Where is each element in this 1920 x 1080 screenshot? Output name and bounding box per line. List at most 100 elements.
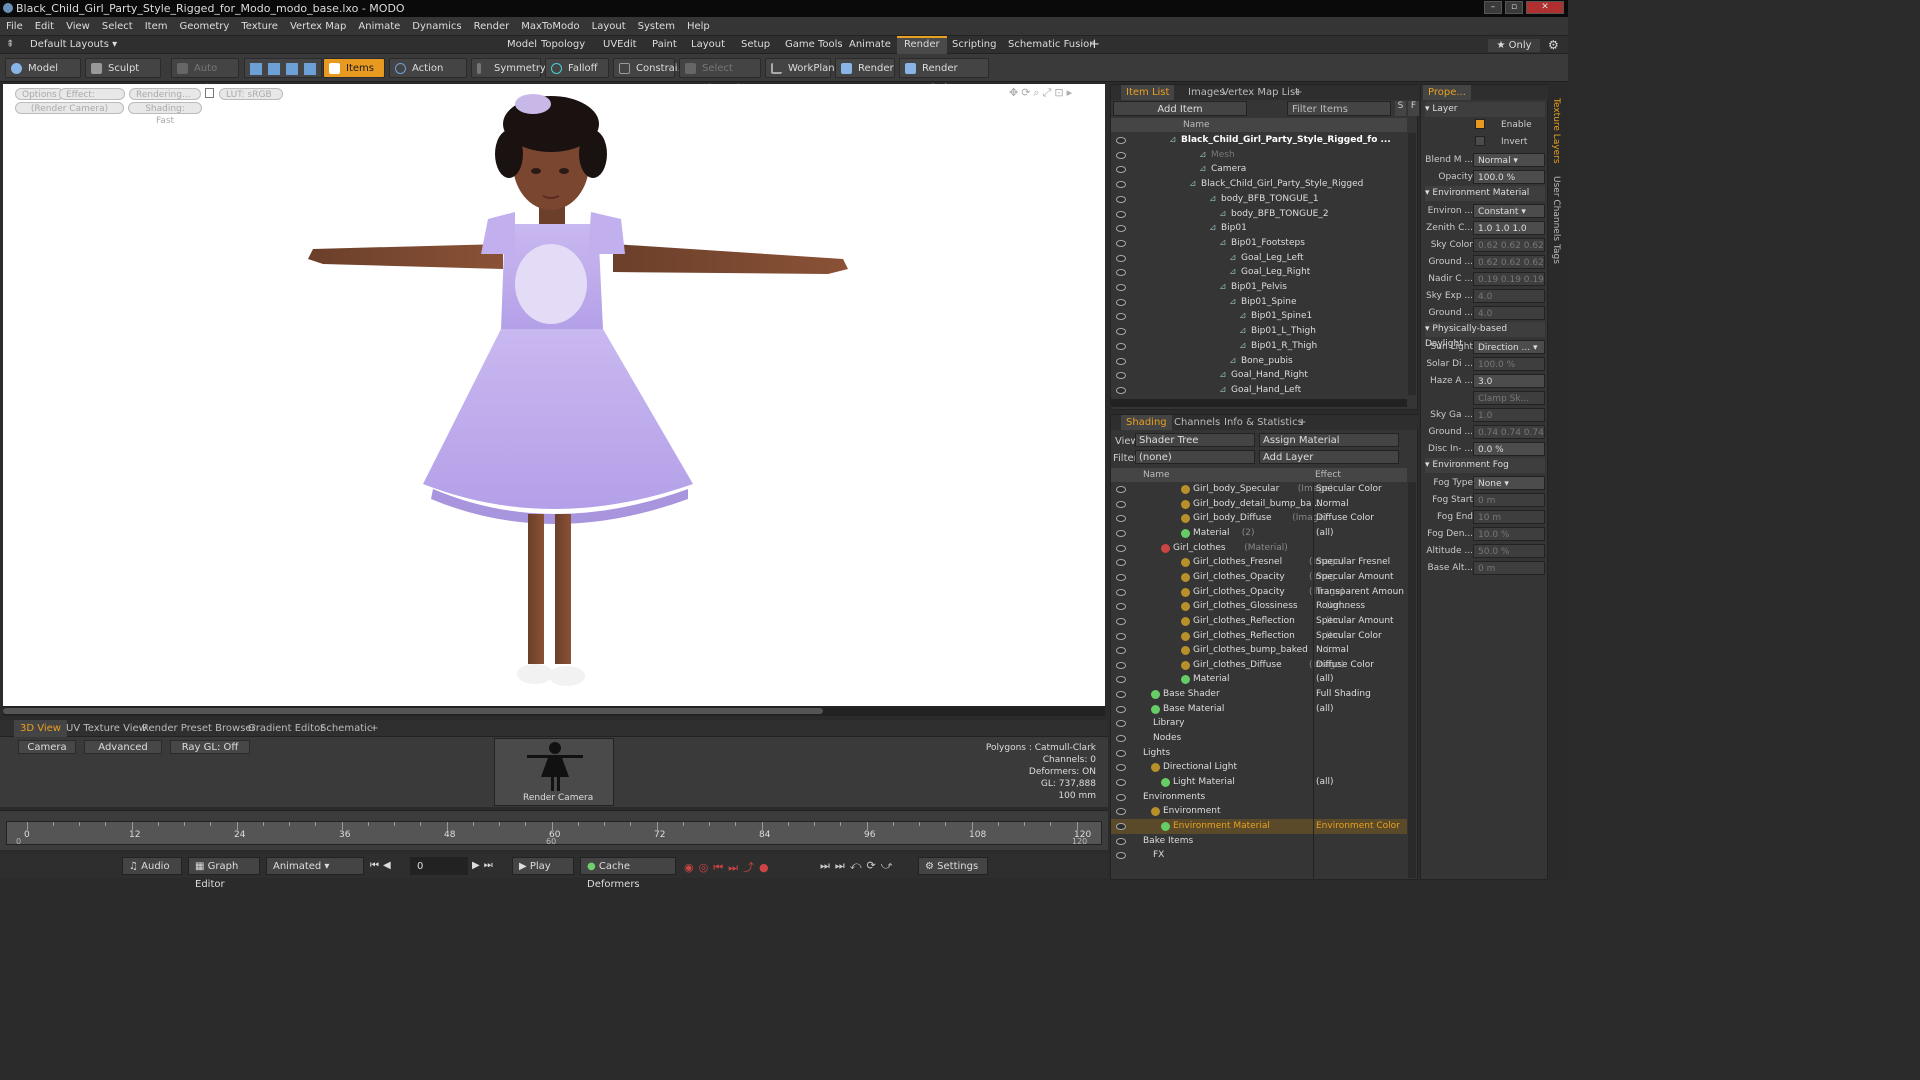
vertices-mode-icon[interactable]	[250, 63, 262, 75]
viewport-nav-icons[interactable]: ✥⟳⌕⤢⊡▸	[1009, 86, 1075, 100]
visibility-eye-icon[interactable]	[1116, 137, 1126, 144]
item-list-vscroll[interactable]	[1408, 133, 1416, 395]
property-value[interactable]: 50.0 %	[1473, 544, 1545, 558]
visibility-eye-icon[interactable]	[1116, 617, 1126, 625]
properties-tab[interactable]: Prope...	[1423, 85, 1471, 100]
add-item-dropdown[interactable]: Add Item	[1113, 101, 1247, 116]
maximize-button[interactable]: ▫	[1505, 1, 1523, 14]
property-value[interactable]: 1.0	[1473, 408, 1545, 422]
property-section-header[interactable]: ▾ Environment Fog	[1425, 458, 1545, 473]
shader-effect[interactable]: Environment Color	[1316, 819, 1404, 834]
polygons-mode-icon[interactable]	[286, 63, 298, 75]
layout-tab-scripting[interactable]: Scripting	[945, 36, 1003, 54]
shader-row[interactable]: Library	[1111, 716, 1407, 731]
property-value[interactable]: Direction ... ▾	[1473, 340, 1545, 354]
item-row[interactable]: ⊿ Mesh	[1111, 148, 1407, 163]
sculpt-mode-button[interactable]: Sculpt	[85, 58, 161, 78]
menu-geometry[interactable]: Geometry	[173, 17, 235, 36]
item-list-tab-0[interactable]: Item List	[1121, 85, 1175, 100]
shader-row[interactable]: Girl_clothes (Material)	[1111, 541, 1407, 556]
menu-file[interactable]: File	[0, 17, 29, 36]
shader-row[interactable]: Girl_clothes_Glossiness (Im... Roughness	[1111, 599, 1407, 614]
item-row[interactable]: ⊿ Bip01_R_Thigh	[1111, 339, 1407, 354]
shader-effect[interactable]: Specular Amount	[1316, 570, 1404, 585]
visibility-eye-icon[interactable]	[1116, 764, 1126, 772]
frame-field[interactable]: 0	[410, 857, 468, 875]
menu-help[interactable]: Help	[681, 17, 716, 36]
layout-arrow-icon[interactable]: ⇞	[6, 39, 14, 50]
visibility-eye-icon[interactable]	[1116, 500, 1126, 508]
menu-item[interactable]: Item	[139, 17, 174, 36]
shader-effect[interactable]: Diffuse Color	[1316, 658, 1404, 673]
shader-tree-vscroll[interactable]	[1408, 482, 1416, 878]
3d-viewport[interactable]: Options Effect: (Shadi... Rendering... L…	[3, 84, 1105, 706]
layout-tab-animate[interactable]: Animate	[842, 36, 898, 54]
shader-effect[interactable]: Normal	[1316, 643, 1404, 658]
visibility-eye-icon[interactable]	[1116, 254, 1126, 262]
shader-row[interactable]: Girl_clothes_Reflection (Im... Specular Am…	[1111, 614, 1407, 629]
property-value[interactable]: 4.0	[1473, 289, 1545, 303]
menu-animate[interactable]: Animate	[352, 17, 406, 36]
shader-row[interactable]: Directional Light	[1111, 760, 1407, 775]
play-button[interactable]: ▶ Play	[512, 857, 574, 875]
item-row[interactable]: ⊿ Bip01_Footsteps	[1111, 236, 1407, 251]
auto-select-button[interactable]: Auto Select	[171, 58, 239, 94]
timeline[interactable]: 0 12 24 36 48 60 72 84 96 108 120 0 60 120	[0, 810, 1108, 850]
visibility-eye-icon[interactable]	[1116, 837, 1126, 845]
menu-system[interactable]: System	[632, 17, 681, 36]
property-value[interactable]: Constant ▾	[1473, 204, 1545, 218]
viewport-scrollbar[interactable]	[3, 706, 1105, 716]
user-channels-tab[interactable]: User Channels	[1551, 176, 1561, 241]
camera-thumbnail[interactable]: Render Camera	[494, 738, 614, 806]
viewport-scroll-thumb[interactable]	[3, 708, 823, 714]
item-row[interactable]: ⊿ Bip01	[1111, 221, 1407, 236]
property-value[interactable]: 0.19 0.19 0.19	[1473, 272, 1545, 286]
viewport-camera-button[interactable]: (Render Camera)	[15, 102, 124, 114]
falloff-button[interactable]: Falloff	[545, 58, 609, 78]
visibility-eye-icon[interactable]	[1116, 328, 1126, 336]
layout-tab-layout[interactable]: Layout	[684, 36, 732, 54]
property-section-header[interactable]: ▾ Physically-based Daylight	[1425, 322, 1545, 349]
visibility-eye-icon[interactable]	[1116, 181, 1126, 189]
key-navigation-icons[interactable]: ⏭⏭⤺⟳⤻	[820, 859, 898, 873]
layout-tab-schematic-fusion[interactable]: Schematic Fusion	[1001, 36, 1103, 54]
item-row[interactable]: ⊿ Bip01_Spine	[1111, 295, 1407, 310]
item-row[interactable]: ⊿ Camera	[1111, 162, 1407, 177]
shader-row[interactable]: Base Material (all)	[1111, 702, 1407, 717]
cache-deformers-button[interactable]: ● Cache Deformers	[580, 857, 676, 890]
property-value[interactable]: 0.62 0.62 0.62	[1473, 255, 1545, 269]
property-value[interactable]: 0.0 %	[1473, 442, 1545, 456]
menu-view[interactable]: View	[60, 17, 96, 36]
item-row[interactable]: ⊿ Goal_Hand_Right	[1111, 368, 1407, 383]
shader-effect[interactable]: Specular Amount	[1316, 614, 1404, 629]
property-value[interactable]: Normal ▾	[1473, 153, 1545, 167]
viewport-shading-button[interactable]: Shading: Fast	[128, 102, 202, 126]
shader-effect[interactable]: Specular Color	[1316, 629, 1404, 644]
shader-row[interactable]: Girl_clothes_Diffuse (Image) Diffuse Color	[1111, 658, 1407, 673]
visibility-eye-icon[interactable]	[1116, 372, 1126, 380]
default-layouts-dropdown[interactable]: Default Layouts ▾	[30, 39, 117, 50]
item-row[interactable]: ⊿ Black_Child_Girl_Party_Style_Rigged_fo …	[1111, 133, 1407, 148]
item-row[interactable]: ⊿ Bip01_Spine1	[1111, 309, 1407, 324]
shader-effect[interactable]: (all)	[1316, 702, 1404, 717]
transport-forward-icons[interactable]: ▶⏭	[472, 860, 497, 871]
menu-layout[interactable]: Layout	[586, 17, 632, 36]
shader-row[interactable]: Environment	[1111, 804, 1407, 819]
symmetry-button[interactable]: Symmetry	[471, 58, 546, 78]
shader-effect[interactable]: Roughness	[1316, 599, 1404, 614]
visibility-eye-icon[interactable]	[1116, 632, 1126, 640]
shader-row[interactable]: Light Material (all)	[1111, 775, 1407, 790]
menu-edit[interactable]: Edit	[29, 17, 60, 36]
visibility-eye-icon[interactable]	[1116, 284, 1126, 291]
menu-dynamics[interactable]: Dynamics	[406, 17, 467, 36]
enable-checkbox[interactable]	[1475, 119, 1485, 129]
shader-row[interactable]: Girl_clothes_Opacity (Imag... Specular Amo…	[1111, 570, 1407, 585]
keyframe-tool-icons[interactable]: ◉◎⏮⏭⤴●	[684, 859, 774, 875]
visibility-eye-icon[interactable]	[1116, 735, 1126, 743]
item-row[interactable]: ⊿ body_BFB_TONGUE_2	[1111, 207, 1407, 222]
item-row[interactable]: ⊿ Goal_Hand_Left	[1111, 383, 1407, 395]
shader-effect[interactable]: Transparent Amount	[1316, 585, 1404, 600]
close-button[interactable]: ✕	[1526, 1, 1564, 14]
menu-render[interactable]: Render	[468, 17, 516, 36]
shader-row[interactable]: Girl_clothes_Reflection (Im... Specular Co…	[1111, 629, 1407, 644]
